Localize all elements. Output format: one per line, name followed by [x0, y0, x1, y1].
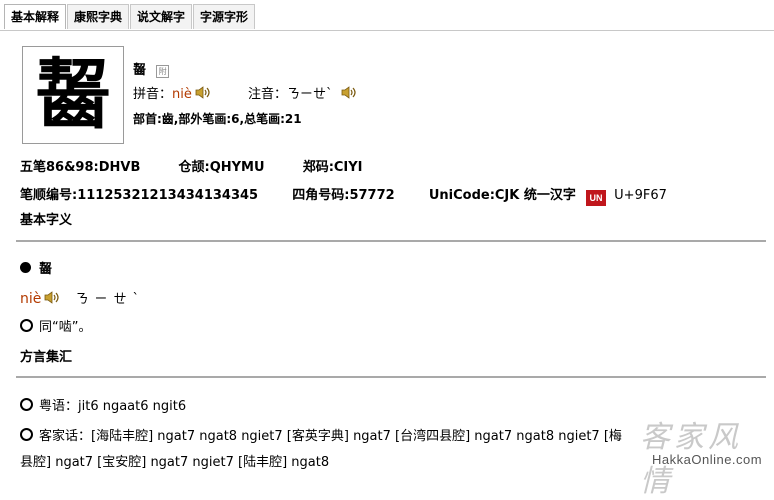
definition-text: 同“啮”。	[39, 320, 92, 335]
small-character: 齧	[133, 63, 147, 78]
radical-info: 部首:齒,部外笔画:6,总笔画:21	[133, 112, 302, 126]
entry-pronunciation: niè ㄋㄧㄝˋ	[20, 288, 145, 307]
tab-character-origin[interactable]: 字源字形	[193, 4, 256, 29]
character-display-box: 齧	[22, 46, 124, 144]
unicode-logo-icon: UN	[586, 190, 607, 206]
zhengma-code: 郑码:CIYI	[302, 160, 363, 175]
unicode-value: U+9F67	[614, 188, 667, 203]
pronunciation-row: 拼音：niè 注音：ㄋㄧㄝˋ	[133, 83, 356, 102]
stroke-codes-row: 笔顺编号:11125321213434134345 四角号码:57772 Uni…	[20, 184, 667, 206]
zhuyin-label: 注音：	[248, 87, 288, 102]
four-corner-code: 四角号码:57772	[292, 188, 395, 203]
hakka-text-line1: 客家话：[海陆丰腔] ngat7 ngat8 ngiet7 [客英字典] nga…	[39, 429, 622, 444]
tab-kangxi-dictionary[interactable]: 康熙字典	[67, 4, 130, 29]
entry-character: 齧	[39, 262, 53, 277]
dialect-heading: 方言集汇	[20, 350, 73, 365]
section-divider	[16, 240, 766, 242]
cantonese-row: 粤语：jit6 ngaat6 ngit6	[20, 395, 186, 414]
tab-divider	[0, 30, 774, 31]
speaker-icon[interactable]	[195, 86, 210, 99]
tab-bar: 基本解释 康熙字典 说文解字 字源字形	[4, 4, 256, 30]
tab-basic-explanation[interactable]: 基本解释	[4, 4, 67, 29]
reference-icon[interactable]: 附	[156, 65, 170, 78]
speaker-icon[interactable]	[44, 291, 59, 304]
hakka-row-continued: 县腔] ngat7 [宝安腔] ngat7 ngiet7 [陆丰腔] ngat8	[20, 455, 330, 470]
zhuyin-value: ㄋㄧㄝˋ	[287, 87, 333, 102]
large-character: 齧	[35, 50, 111, 139]
input-codes-row: 五笔86&98:DHVB 仓颉:QHYMU 郑码:CIYI	[20, 156, 363, 175]
wubi-code: 五笔86&98:DHVB	[20, 160, 141, 175]
circle-bullet-icon	[20, 428, 33, 441]
entry-heading: 齧	[20, 258, 52, 277]
speaker-icon[interactable]	[341, 86, 356, 99]
cantonese-text: 粤语：jit6 ngaat6 ngit6	[39, 399, 187, 414]
pinyin-value: niè	[172, 87, 192, 102]
stroke-order-code: 笔顺编号:11125321213434134345	[20, 188, 259, 203]
pinyin-label: 拼音：	[133, 87, 173, 102]
unicode-label: UniCode:CJK 统一汉字	[428, 188, 576, 203]
tab-shuowen-jiezi[interactable]: 说文解字	[130, 4, 193, 29]
entry-zhuyin: ㄋㄧㄝˋ	[75, 292, 146, 307]
basic-meaning-heading: 基本字义	[20, 213, 73, 228]
character-heading: 齧 附	[133, 59, 170, 78]
circle-bullet-icon	[20, 319, 33, 332]
definition-row: 同“啮”。	[20, 316, 91, 335]
circle-bullet-icon	[20, 398, 33, 411]
hakka-row: 客家话：[海陆丰腔] ngat7 ngat8 ngiet7 [客英字典] nga…	[20, 425, 622, 444]
cangjie-code: 仓颉:QHYMU	[178, 160, 265, 175]
watermark-site: HakkaOnline.com	[652, 452, 763, 467]
entry-pinyin: niè	[20, 291, 42, 307]
bullet-icon	[20, 262, 31, 273]
section-divider	[16, 376, 766, 378]
